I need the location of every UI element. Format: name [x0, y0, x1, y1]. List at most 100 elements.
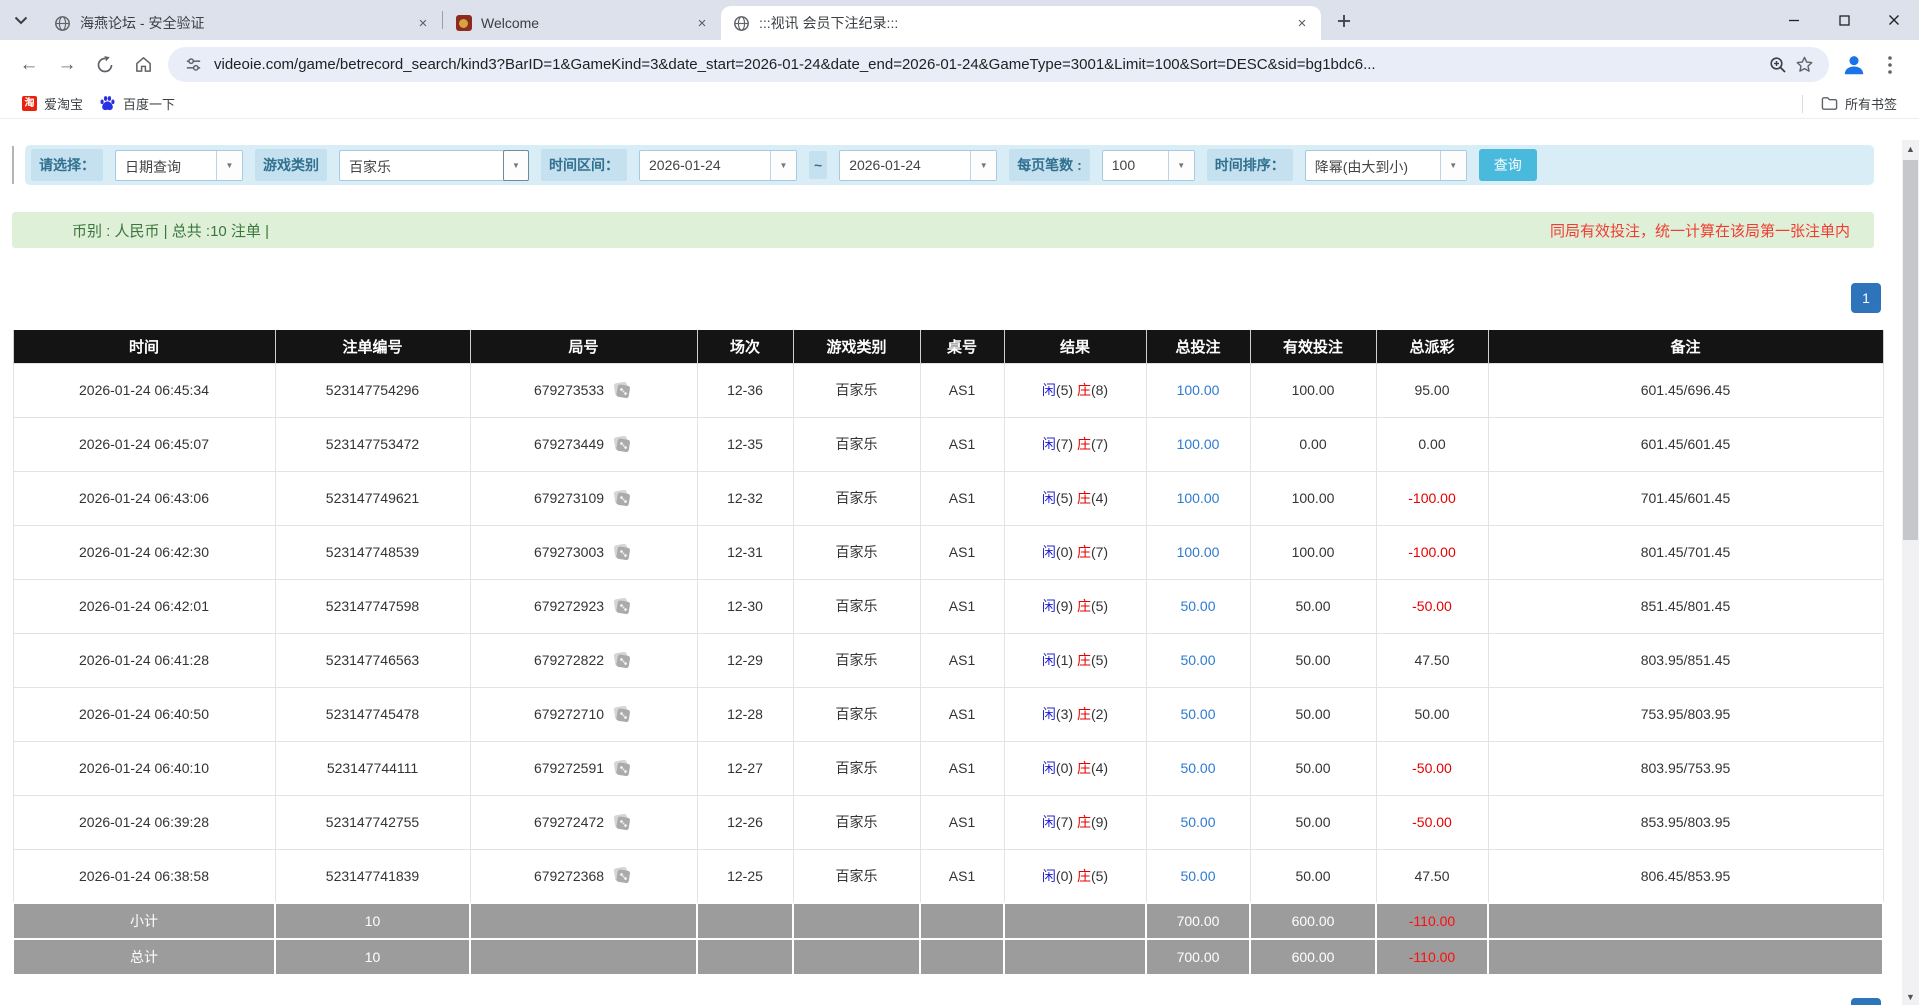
valid-bet-cell: 50.00: [1250, 633, 1376, 687]
footer-cell: [793, 939, 920, 975]
note-cell: 601.45/696.45: [1488, 363, 1883, 417]
footer-cell: 700.00: [1146, 939, 1250, 975]
bookmark-aitaobao[interactable]: 淘 爱淘宝: [14, 92, 91, 115]
time-cell: 2026-01-24 06:38:58: [13, 849, 275, 903]
round-result-icon[interactable]: [611, 489, 633, 508]
round-result-icon[interactable]: [611, 381, 633, 400]
url-text[interactable]: videoie.com/game/betrecord_search/kind3?…: [214, 56, 1765, 73]
total-bet-cell: 50.00: [1146, 849, 1250, 903]
browser-menu-button[interactable]: [1871, 46, 1909, 84]
tab-bet-record-active[interactable]: :::视讯 会员下注纪录::: ×: [721, 6, 1321, 40]
result-banker: 庄(4): [1077, 760, 1108, 776]
pagination-page-1-bottom[interactable]: [1851, 998, 1881, 1005]
table-no-cell: AS1: [920, 795, 1004, 849]
vertical-scrollbar[interactable]: ▲ ▼: [1902, 140, 1919, 1005]
footer-cell: [1004, 939, 1146, 975]
time-sort-select[interactable]: 降幂(由大到小)▼: [1305, 150, 1467, 181]
valid-bet-cell: 50.00: [1250, 795, 1376, 849]
result-player: 闲(3): [1042, 706, 1073, 722]
time-cell: 2026-01-24 06:45:34: [13, 363, 275, 417]
tab-search-button[interactable]: [0, 0, 42, 40]
scroll-down-arrow[interactable]: ▼: [1902, 988, 1919, 1005]
result-banker: 庄(5): [1077, 598, 1108, 614]
round-result-icon[interactable]: [611, 866, 633, 885]
round-result-icon[interactable]: [611, 705, 633, 724]
result-player: 闲(7): [1042, 436, 1073, 452]
bet-id-cell: 523147741839: [275, 849, 470, 903]
home-button[interactable]: [124, 46, 162, 84]
footer-cell: 小计: [13, 903, 275, 939]
tab-close-icon[interactable]: ×: [1293, 14, 1311, 32]
scrollbar-thumb[interactable]: [1903, 160, 1918, 540]
window-maximize-button[interactable]: [1819, 0, 1869, 40]
table-no-cell: AS1: [920, 741, 1004, 795]
note-cell: 601.45/601.45: [1488, 417, 1883, 471]
tab-close-icon[interactable]: ×: [414, 14, 432, 32]
result-player: 闲(1): [1042, 652, 1073, 668]
game-category-label: 游戏类别: [255, 149, 327, 181]
bet-id-cell: 523147748539: [275, 525, 470, 579]
time-cell: 2026-01-24 06:42:01: [13, 579, 275, 633]
date-to-select[interactable]: 2026-01-24▼: [839, 150, 997, 181]
round-result-icon[interactable]: [611, 759, 633, 778]
round-id: 679272822: [534, 652, 604, 668]
reload-button[interactable]: [86, 46, 124, 84]
round-id: 679272472: [534, 814, 604, 830]
round-result-icon[interactable]: [611, 435, 633, 454]
tab-welcome[interactable]: Welcome ×: [443, 6, 721, 40]
back-button[interactable]: ←: [10, 46, 48, 84]
result-banker: 庄(8): [1077, 382, 1108, 398]
round-result-icon[interactable]: [611, 813, 633, 832]
tab-haiyan-forum[interactable]: 海燕论坛 - 安全验证 ×: [42, 6, 442, 40]
round-cell: 679273003: [470, 525, 697, 579]
scroll-up-arrow[interactable]: ▲: [1902, 140, 1919, 157]
profile-avatar[interactable]: [1837, 48, 1871, 82]
round-cell: 679272822: [470, 633, 697, 687]
zoom-icon[interactable]: [1765, 52, 1791, 78]
result-cell: 闲(0) 庄(7): [1004, 525, 1146, 579]
pagination-page-1[interactable]: 1: [1851, 283, 1881, 313]
bookmark-baidu[interactable]: 百度一下: [91, 92, 183, 115]
table-row: 2026-01-24 06:40:10523147744111679272591…: [13, 741, 1883, 795]
time-cell: 2026-01-24 06:39:28: [13, 795, 275, 849]
bet-id-cell: 523147744111: [275, 741, 470, 795]
footer-cell: [1004, 903, 1146, 939]
plus-icon: [1337, 14, 1351, 28]
round-result-icon[interactable]: [611, 597, 633, 616]
window-close-button[interactable]: [1869, 0, 1919, 40]
all-bookmarks-button[interactable]: 所有书签: [1813, 92, 1905, 115]
site-info-icon[interactable]: [180, 52, 206, 78]
footer-cell: -110.00: [1376, 903, 1488, 939]
bookmarks-bar: 淘 爱淘宝 百度一下 所有书签: [0, 89, 1919, 119]
window-minimize-button[interactable]: [1769, 0, 1819, 40]
filter-bar: 请选择： 日期查询▼ 游戏类别 百家乐▼ 时间区间： 2026-01-24▼ ~…: [25, 145, 1874, 185]
table-header-row: 时间注单编号局号场次游戏类别桌号结果总投注有效投注总派彩备注: [13, 330, 1883, 363]
page-size-label: 每页笔数 :: [1009, 149, 1090, 181]
time-cell: 2026-01-24 06:43:06: [13, 471, 275, 525]
bet-id-cell: 523147754296: [275, 363, 470, 417]
total-bet-cell: 100.00: [1146, 363, 1250, 417]
query-type-select[interactable]: 日期查询▼: [115, 150, 243, 181]
table-row: 2026-01-24 06:38:58523147741839 679272368…: [13, 849, 1883, 903]
new-tab-button[interactable]: [1329, 6, 1359, 36]
valid-bet-cell: 100.00: [1250, 471, 1376, 525]
minimize-icon: [1788, 14, 1800, 26]
payout-cell: 0.00: [1376, 417, 1488, 471]
game-category-select[interactable]: 百家乐▼: [339, 150, 529, 181]
round-id: 679273533: [534, 382, 604, 398]
round-result-icon[interactable]: [611, 543, 633, 562]
search-button[interactable]: 查询: [1479, 149, 1537, 181]
address-bar[interactable]: videoie.com/game/betrecord_search/kind3?…: [168, 47, 1829, 82]
date-from-select[interactable]: 2026-01-24▼: [639, 150, 797, 181]
page-size-select[interactable]: 100▼: [1102, 150, 1195, 181]
tab-title: :::视讯 会员下注纪录:::: [759, 13, 1285, 33]
bookmark-star-icon[interactable]: [1791, 52, 1817, 78]
forward-button[interactable]: →: [48, 46, 86, 84]
round-result-icon[interactable]: [611, 651, 633, 670]
table-row: 2026-01-24 06:41:28523147746563679272822…: [13, 633, 1883, 687]
session-cell: 12-31: [697, 525, 793, 579]
tab-close-icon[interactable]: ×: [693, 14, 711, 32]
round-id: 679272368: [534, 868, 604, 884]
maximize-icon: [1839, 15, 1850, 26]
bookmark-label: 爱淘宝: [44, 94, 83, 113]
